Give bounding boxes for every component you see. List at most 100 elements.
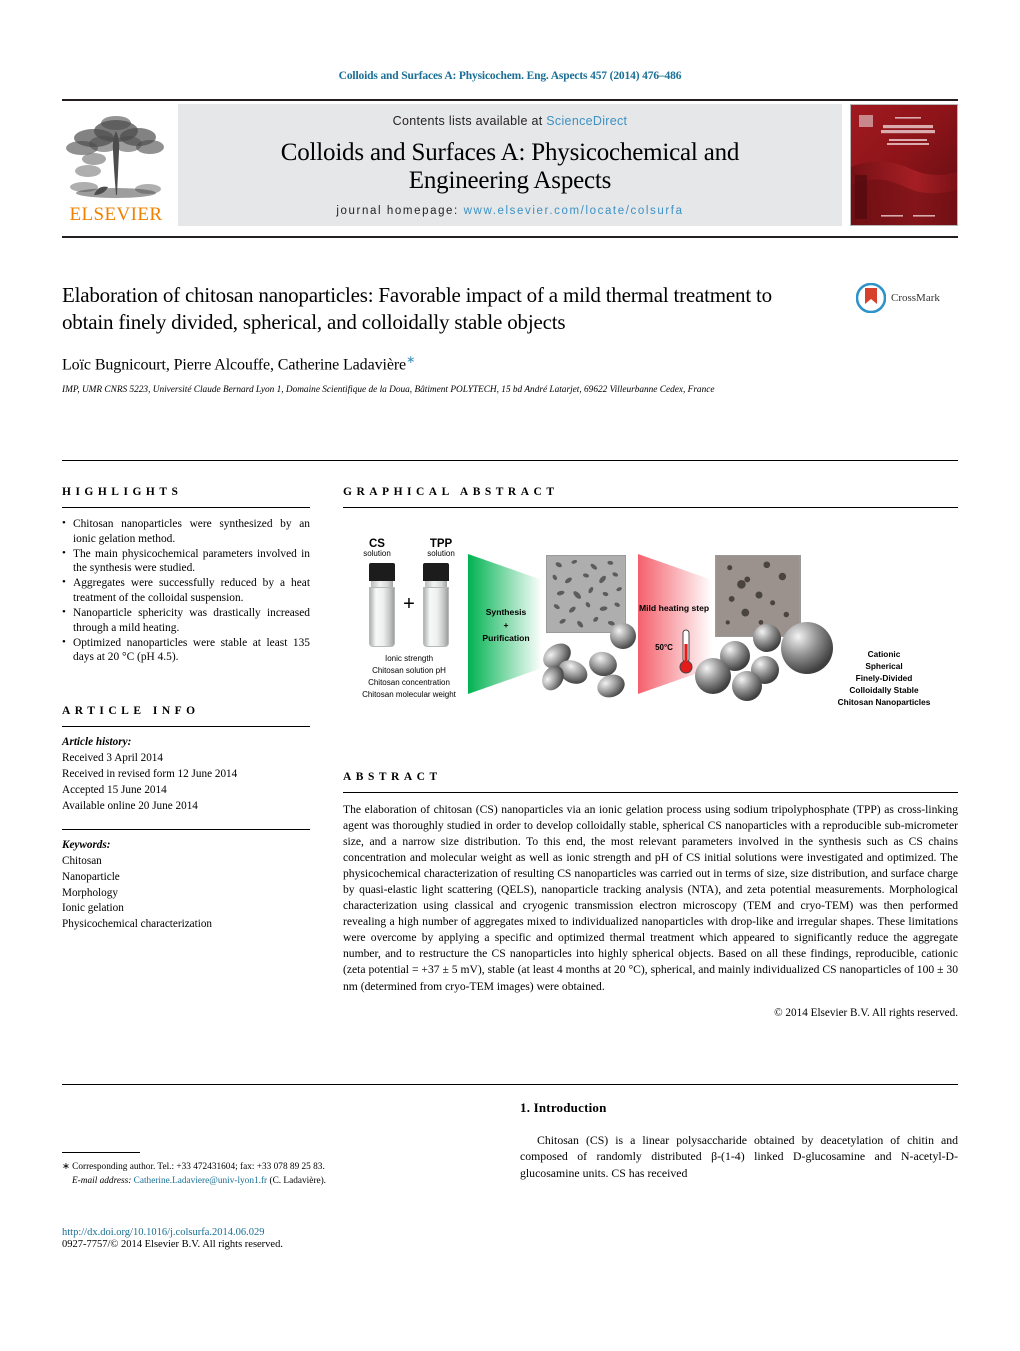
- left-column: HIGHLIGHTS Chitosan nanoparticles were s…: [62, 486, 310, 933]
- keyword-item: Chitosan: [62, 854, 102, 867]
- list-item: Optimized nanoparticles were stable at l…: [62, 635, 310, 666]
- journal-title-line-2: Engineering Aspects: [408, 166, 612, 194]
- footnote-divider: [62, 1152, 140, 1153]
- outcome-item: Cationic: [867, 649, 901, 659]
- journal-homepage-line: journal homepage: www.elsevier.com/locat…: [336, 205, 683, 217]
- ga-param: Chitosan concentration: [368, 677, 450, 687]
- highlights-heading: HIGHLIGHTS: [62, 486, 183, 498]
- keywords-rule: [62, 828, 310, 830]
- introduction-paragraph: Chitosan (CS) is a linear polysaccharide…: [520, 1133, 958, 1180]
- journal-homepage-link[interactable]: www.elsevier.com/locate/colsurfa: [464, 205, 684, 217]
- running-head: Colloids and Surfaces A: Physicochem. En…: [338, 70, 682, 82]
- footnote-line-2: E-mail address: Catherine.Ladaviere@univ…: [62, 1174, 482, 1188]
- footnote-line-1: ∗ Corresponding author. Tel.: +33 472431…: [62, 1160, 482, 1174]
- keyword-item: Ionic gelation: [62, 902, 124, 915]
- issn-copyright-line: 0927-7757/© 2014 Elsevier B.V. All right…: [62, 1239, 283, 1250]
- outcome-item: Spherical: [865, 661, 903, 672]
- highlights-list: Chitosan nanoparticles were synthesized …: [62, 516, 310, 666]
- elsevier-tree-icon: [66, 116, 164, 198]
- footnote-text: ∗ Corresponding author. Tel.: +33 472431…: [62, 1160, 482, 1188]
- author-names: Loïc Bugnicourt, Pierre Alcouffe, Cather…: [62, 355, 407, 373]
- masthead-bottom-rule: [62, 236, 958, 238]
- list-item: Nanoparticle sphericity was drastically …: [62, 605, 310, 636]
- graphical-abstract-rule: [343, 507, 958, 508]
- abstract-rule: [343, 792, 958, 793]
- crossmark-label: CrossMark: [891, 292, 940, 304]
- article-info-heading: ARTICLE INFO: [62, 705, 200, 718]
- email-label: E-mail address:: [72, 1176, 132, 1187]
- temperature-label: 50°C: [655, 643, 673, 652]
- article-history-label: Article history:: [62, 736, 132, 749]
- journal-title: Colloids and Surfaces A: Physicochemical…: [280, 138, 740, 195]
- masthead-top-rule: [62, 99, 958, 101]
- corresponding-author-marker: ∗: [406, 353, 416, 366]
- masthead-center: Contents lists available at ScienceDirec…: [178, 104, 842, 226]
- contents-available-line: Contents lists available at ScienceDirec…: [393, 114, 628, 128]
- elsevier-wordmark: ELSEVIER: [69, 204, 163, 225]
- keyword-item: Physicochemical characterization: [62, 918, 213, 931]
- email-link[interactable]: Catherine.Ladaviere@univ-lyon1.fr: [134, 1176, 268, 1186]
- outcome-item: Finely-Divided: [855, 673, 913, 684]
- doi-link[interactable]: http://dx.doi.org/10.1016/j.colsurfa.201…: [62, 1227, 562, 1238]
- synthesis-line-2: +: [503, 619, 509, 630]
- crossmark-badge[interactable]: CrossMark: [856, 283, 940, 313]
- graphical-abstract-figure: CS solution TPP solution + Ionic strengt…: [343, 520, 958, 725]
- thermometer-icon: [679, 629, 693, 674]
- elsevier-logo: ELSEVIER: [62, 104, 170, 226]
- footer-rule: [62, 1084, 958, 1085]
- synthesis-line-3: Purification: [482, 632, 530, 643]
- introduction-column: 1. Introduction Chitosan (CS) is a linea…: [520, 1100, 958, 1181]
- cover-art: [851, 105, 957, 225]
- keywords-label: Keywords:: [62, 838, 111, 851]
- abstract-text: The elaboration of chitosan (CS) nanopar…: [343, 803, 958, 993]
- outcome-label-list: Cationic Spherical Finely-Divided Colloi…: [811, 648, 957, 708]
- article-info-rule: [62, 726, 310, 728]
- abstract-block: ABSTRACT The elaboration of chitosan (CS…: [343, 771, 958, 1019]
- affiliation: IMP, UMR CNRS 5223, Université Claude Be…: [62, 384, 715, 395]
- doi-block: http://dx.doi.org/10.1016/j.colsurfa.201…: [62, 1227, 562, 1250]
- highlights-rule: [62, 507, 310, 508]
- footnote-star: ∗: [62, 1162, 70, 1172]
- keyword-item: Nanoparticle: [62, 870, 120, 883]
- journal-cover-thumbnail: [850, 104, 958, 226]
- article-page: Colloids and Surfaces A: Physicochem. En…: [0, 0, 1020, 1351]
- corresponding-author-footnote: ∗ Corresponding author. Tel.: +33 472431…: [62, 1152, 482, 1188]
- journal-masthead: ELSEVIER Contents lists available at Sci…: [62, 104, 958, 226]
- history-item: Received in revised form 12 June 2014: [62, 768, 238, 781]
- title-section-rule: [62, 460, 958, 461]
- ga-tpp-sub: solution: [427, 549, 455, 559]
- list-item: Aggregates were successfully reduced by …: [62, 575, 310, 606]
- ga-plus-sign: +: [403, 593, 415, 616]
- crossmark-icon: [856, 283, 886, 313]
- heating-step-label: Mild heating step: [639, 603, 710, 613]
- contents-prefix: Contents lists available at: [392, 114, 547, 128]
- footnote-contact: Corresponding author. Tel.: +33 47243160…: [72, 1162, 325, 1172]
- ga-param: Ionic strength: [384, 653, 434, 663]
- author-list: Loïc Bugnicourt, Pierre Alcouffe, Cather…: [62, 353, 822, 374]
- homepage-prefix: journal homepage:: [336, 205, 464, 217]
- email-suffix: (C. Ladavière).: [269, 1176, 327, 1187]
- article-info-block: ARTICLE INFO Article history: Received 3…: [62, 705, 310, 933]
- journal-title-line-1: Colloids and Surfaces A: Physicochemical…: [280, 138, 740, 166]
- drop-shaped-particles-icon: [542, 623, 636, 698]
- ga-param: Chitosan solution pH: [372, 665, 446, 675]
- outcome-item: Colloidally Stable: [849, 685, 919, 696]
- cs-vial-icon: [369, 562, 396, 647]
- right-column: GRAPHICAL ABSTRACT CS solution TPP solut…: [343, 486, 958, 1019]
- tpp-vial-icon: [422, 562, 449, 647]
- abstract-copyright: © 2014 Elsevier B.V. All rights reserved…: [774, 1006, 958, 1019]
- graphical-abstract-heading: GRAPHICAL ABSTRACT: [343, 486, 559, 498]
- history-item: Accepted 15 June 2014: [62, 784, 167, 796]
- ga-param: Chitosan molecular weight: [362, 689, 456, 699]
- outcome-item: Chitosan Nanoparticles: [837, 697, 931, 708]
- ga-reagents-group: CS solution TPP solution + Ionic strengt…: [349, 538, 469, 701]
- history-item: Available online 20 June 2014: [62, 799, 198, 812]
- ga-parameter-list: Ionic strength Chitosan solution pH Chit…: [349, 653, 469, 701]
- article-history: Article history: Received 3 April 2014 R…: [62, 735, 310, 815]
- list-item: The main physicochemical parameters invo…: [62, 546, 310, 577]
- sciencedirect-link[interactable]: ScienceDirect: [546, 114, 627, 128]
- list-item: Chitosan nanoparticles were synthesized …: [62, 516, 310, 547]
- abstract-heading: ABSTRACT: [343, 771, 442, 783]
- keywords-block: Keywords: Chitosan Nanoparticle Morpholo…: [62, 838, 310, 933]
- keyword-item: Morphology: [62, 886, 118, 899]
